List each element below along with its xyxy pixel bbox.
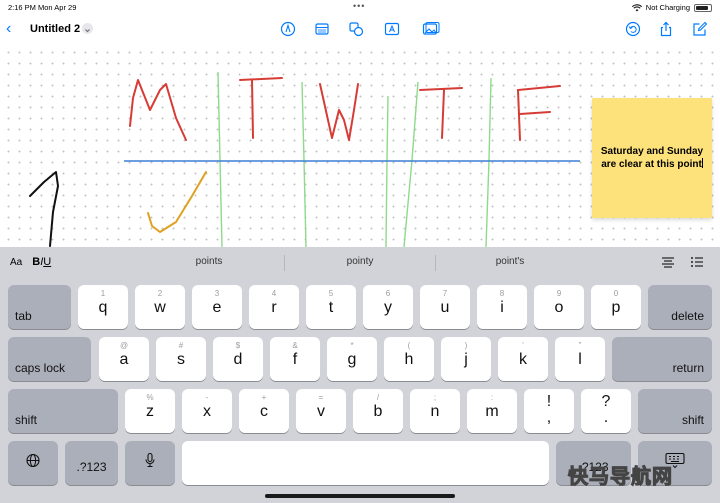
key-comma[interactable]: !, [524,389,574,433]
key-e[interactable]: 3e [192,285,242,329]
multitasking-dots-icon[interactable]: ••• [353,1,365,11]
sticky-note[interactable]: Saturday and Sunday are clear at this po… [592,98,712,218]
key-w[interactable]: 2w [135,285,185,329]
key-d[interactable]: $ d [213,337,263,381]
key-x[interactable]: -x [182,389,232,433]
pen-tool-icon[interactable] [280,21,296,37]
caps-lock-key[interactable]: caps lock [8,337,91,381]
key-o[interactable]: 9o [534,285,584,329]
text-box-icon[interactable] [384,21,400,37]
key-h[interactable]: (h [384,337,434,381]
underline-button[interactable]: U [43,256,51,268]
shapes-icon[interactable] [348,21,364,37]
text-cursor [701,157,703,168]
biu-buttons: BIU [32,256,51,268]
key-i[interactable]: 8i [477,285,527,329]
numbers-key-left[interactable]: .?123 [65,441,118,485]
battery-icon [694,3,712,12]
back-chevron-icon[interactable]: ‹ [6,20,11,38]
key-n[interactable]: ; n [410,389,460,433]
key-a[interactable]: @ a [99,337,149,381]
key-r[interactable]: 4r [249,285,299,329]
return-key[interactable]: return [612,337,712,381]
wifi-icon [631,3,642,11]
tab-key[interactable]: tab [8,285,71,329]
watermark-logo: 快马导航网 [568,464,673,489]
shift-key-left[interactable]: shift [8,389,118,433]
key-z[interactable]: % z [125,389,175,433]
shift-key-right[interactable]: shift [638,389,712,433]
key-u[interactable]: 7u [420,285,470,329]
toolbar: ‹ Untitled 2 [0,14,720,44]
suggestion-1[interactable]: points [134,256,284,267]
table-icon[interactable] [314,21,330,37]
suggestion-3[interactable]: point's [435,256,585,267]
globe-icon [26,453,40,473]
media-icon[interactable] [422,21,440,37]
key-p[interactable]: 0p [591,285,641,329]
text-align-icon[interactable] [661,255,675,269]
key-s[interactable]: # s [156,337,206,381]
key-c[interactable]: + c [239,389,289,433]
key-g[interactable]: * g [327,337,377,381]
key-m[interactable]: :m [467,389,517,433]
suggestion-2[interactable]: pointy [285,256,435,267]
key-k[interactable]: ' k [498,337,548,381]
status-time: 2:16 PM Mon Apr 29 [8,3,77,12]
bold-button[interactable]: B [32,256,40,268]
space-bar[interactable] [182,441,549,485]
status-right: Not Charging [631,3,712,12]
key-l[interactable]: " l [555,337,605,381]
key-y[interactable]: 6y [363,285,413,329]
key-q[interactable]: 1q [78,285,128,329]
key-period[interactable]: ?. [581,389,631,433]
key-t[interactable]: 5t [306,285,356,329]
charging-status: Not Charging [645,3,690,12]
delete-key[interactable]: delete [648,285,712,329]
status-bar: 2:16 PM Mon Apr 29 ••• Not Charging [0,0,720,14]
undo-icon[interactable] [625,21,641,37]
key-b[interactable]: / b [353,389,403,433]
predictive-bar: Aa BIU points pointy point's [0,247,720,277]
microphone-icon [144,452,156,474]
key-f[interactable]: & f [270,337,320,381]
freeform-canvas[interactable]: Saturday and Sunday are clear at this po… [0,44,720,247]
sticky-note-text[interactable]: Saturday and Sunday are clear at this po… [601,146,703,170]
home-indicator[interactable] [265,494,455,498]
dictation-key[interactable] [125,441,175,485]
key-j[interactable]: ) j [441,337,491,381]
key-v[interactable]: = v [296,389,346,433]
compose-icon[interactable] [692,21,708,37]
document-title[interactable]: Untitled 2 [30,23,80,35]
share-icon[interactable] [658,21,674,37]
format-text-button[interactable]: Aa [10,257,22,268]
globe-key[interactable] [8,441,58,485]
title-menu-chevron-icon[interactable] [82,23,93,34]
bulleted-list-icon[interactable] [690,255,704,269]
